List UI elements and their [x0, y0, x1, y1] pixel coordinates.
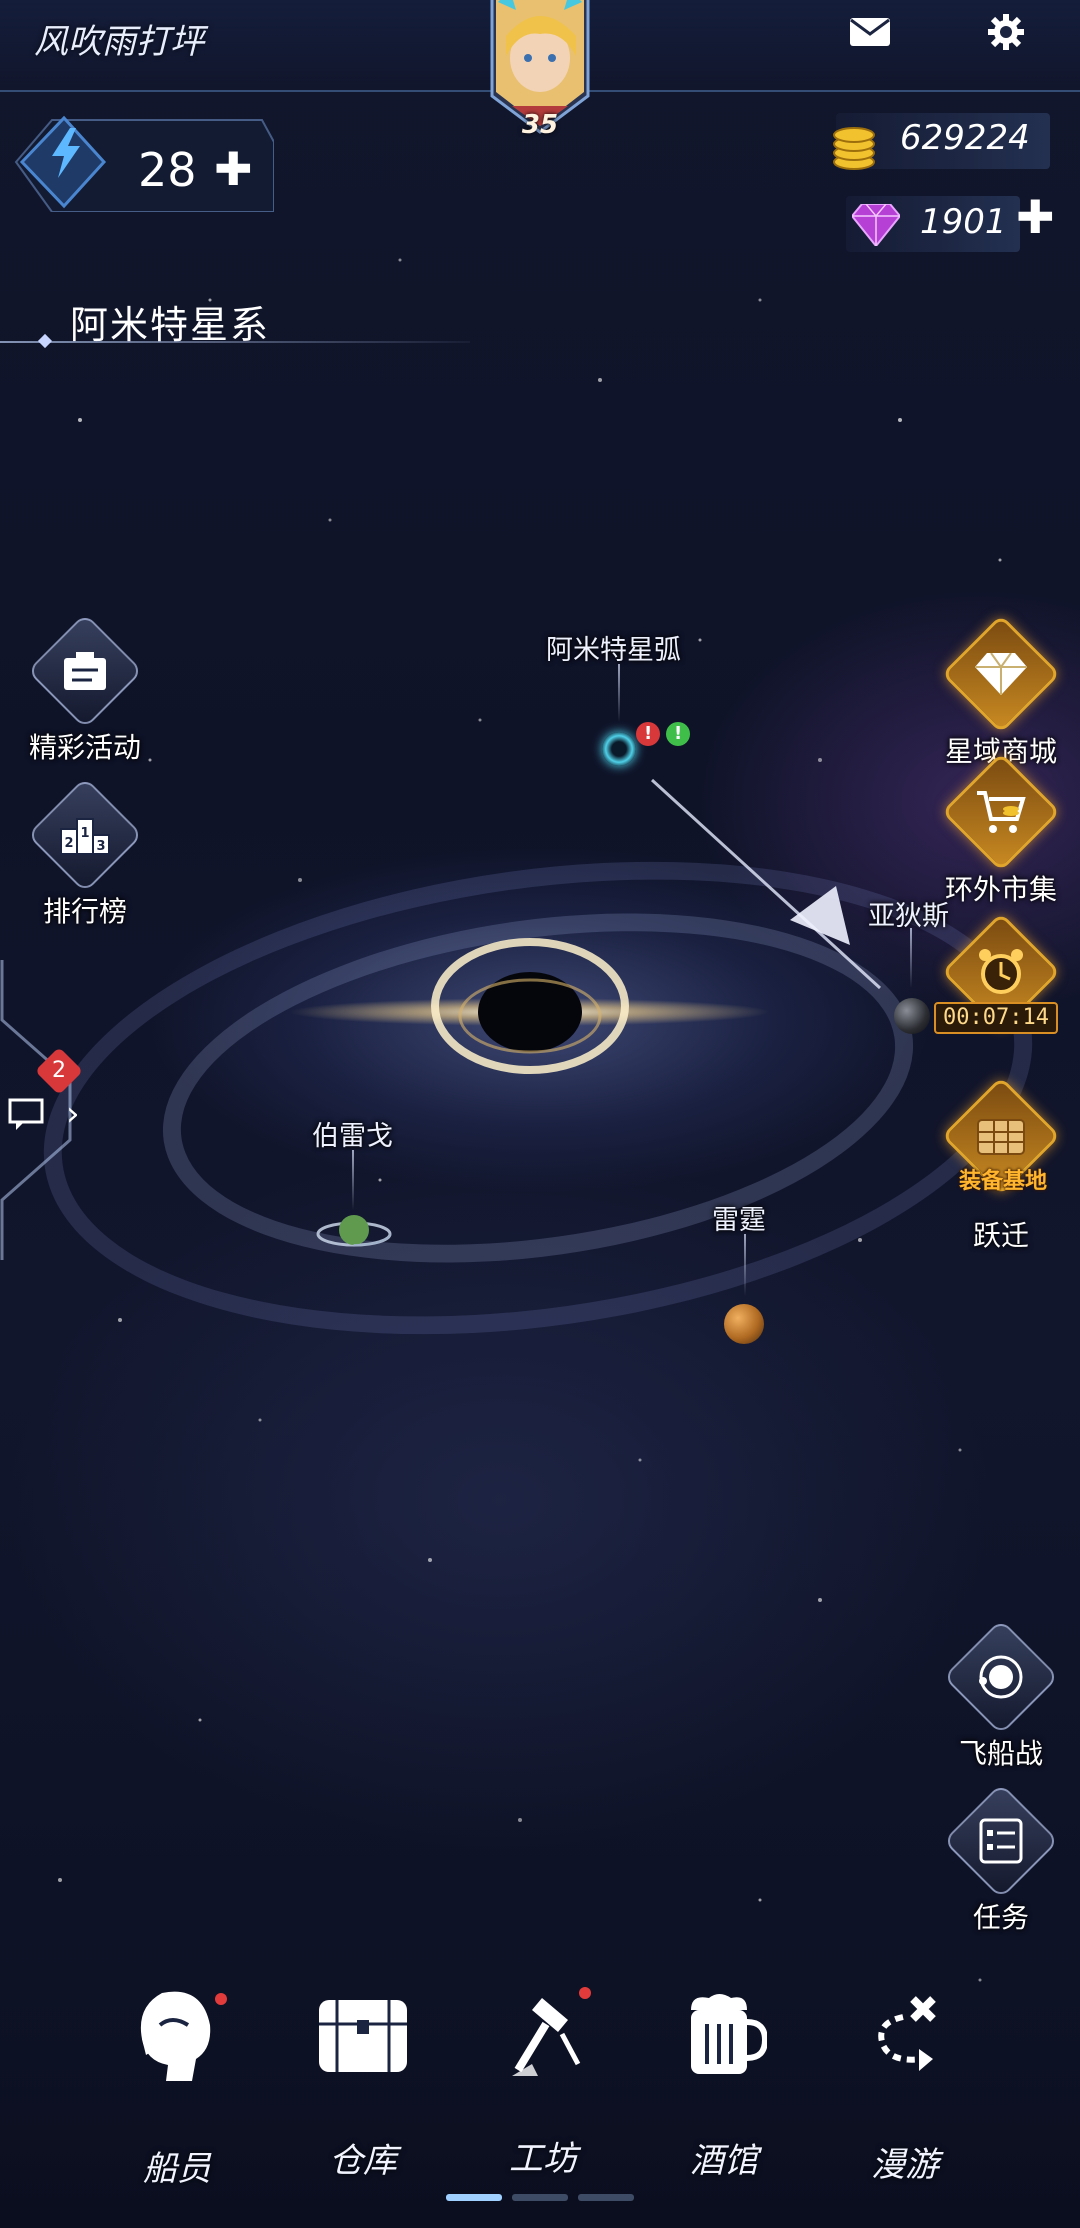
events-label: 精彩活动 — [28, 731, 141, 764]
ship-battle-label: 飞船战 — [958, 1737, 1043, 1770]
green-alert-mark: ! — [673, 723, 683, 744]
warp-label: 跃迁 — [972, 1219, 1029, 1252]
add-gems-button[interactable]: ✚ — [1016, 194, 1055, 240]
page-indicator-2 — [512, 2194, 568, 2201]
tasks-label: 任务 — [972, 1901, 1029, 1934]
player-name: 风吹雨打坪 — [34, 22, 204, 62]
travel-arrow-icon — [650, 778, 882, 990]
events-button[interactable]: 精彩活动 — [20, 613, 150, 766]
planet-yadis-icon[interactable] — [894, 998, 930, 1034]
planet-label-yadis: 亚狄斯 — [868, 901, 949, 932]
nav-storage-label: 仓库 — [329, 2141, 397, 2181]
ship-battle-frame — [943, 1619, 1059, 1735]
planet-arc-portal-icon[interactable] — [602, 732, 636, 766]
beer-mug-icon — [674, 1985, 774, 2085]
player-level: 35 — [521, 110, 559, 140]
red-alert-icon: ! — [631, 717, 665, 751]
nav-workshop-label: 工坊 — [509, 2139, 577, 2179]
nav-roam[interactable]: 漫游 — [830, 1985, 980, 2185]
planet-label-bolego: 伯雷戈 — [312, 1121, 393, 1152]
ship-battle-button[interactable]: 飞船战 — [936, 1619, 1066, 1772]
podium-first-number: 1 — [80, 826, 89, 841]
leaderboard-button[interactable]: 213 排行榜 — [20, 777, 150, 930]
chat-icon[interactable] — [8, 1098, 52, 1132]
red-alert-mark: ! — [643, 723, 653, 744]
roam-path-icon — [855, 1985, 955, 2085]
leaderboard-frame: 213 — [27, 777, 143, 893]
diamond-shop-icon — [962, 635, 1040, 713]
planet-stem-yadis — [910, 928, 912, 988]
orbit-target-icon — [962, 1638, 1040, 1716]
gold-coins-icon — [833, 127, 875, 170]
equipment-base-label: 装备基地 — [958, 1169, 1047, 1194]
hammer-workshop-icon — [493, 1985, 593, 2085]
player-avatar[interactable]: 35 — [482, 0, 598, 146]
alarm-clock-icon — [962, 933, 1040, 1011]
energy-value: 28 — [138, 143, 197, 197]
podium-icon: 213 — [46, 796, 124, 874]
planet-leiting-icon[interactable] — [724, 1304, 764, 1344]
planet-bolego-icon[interactable] — [316, 1210, 392, 1254]
crew-head-icon — [127, 1985, 227, 2085]
drawer-expand-chevron-icon[interactable]: › — [66, 1094, 80, 1134]
outer-market-frame — [941, 752, 1061, 872]
settings-gear-icon[interactable] — [984, 12, 1028, 52]
nav-crew-label: 船员 — [143, 2149, 211, 2189]
planet-label-leiting: 雷霆 — [712, 1205, 766, 1236]
gold-amount: 629224 — [900, 118, 1030, 158]
podium-second-number: 2 — [64, 836, 73, 851]
countdown-timer: 00:07:14 — [934, 1002, 1058, 1034]
nav-crew[interactable]: 船员 — [102, 1985, 252, 2189]
nav-workshop[interactable]: 工坊 — [468, 1985, 618, 2179]
storage-chest-icon — [313, 1985, 413, 2085]
green-alert-icon: ! — [661, 717, 695, 751]
star-shop-frame — [941, 614, 1061, 734]
add-energy-button[interactable]: ✚ — [214, 146, 253, 192]
workshop-notification-dot — [579, 1987, 591, 1999]
nav-tavern-label: 酒馆 — [690, 2141, 758, 2181]
shopping-cart-icon — [962, 773, 1040, 851]
tasks-button[interactable]: 任务 — [936, 1783, 1066, 1936]
mail-icon[interactable] — [848, 12, 892, 52]
nav-roam-label: 漫游 — [871, 2145, 939, 2185]
page-indicator-active — [446, 2194, 502, 2201]
planet-label-arc: 阿米特星弧 — [546, 635, 681, 666]
purple-gem-icon — [852, 204, 900, 246]
tasks-frame — [943, 1783, 1059, 1899]
chat-badge-count: 2 — [52, 1058, 66, 1083]
nav-storage[interactable]: 仓库 — [288, 1985, 438, 2181]
task-list-icon — [962, 1802, 1040, 1880]
podium-third-number: 3 — [96, 839, 105, 854]
planet-stem-arc — [618, 664, 620, 722]
energy-bolt-icon — [52, 128, 80, 178]
events-frame — [27, 613, 143, 729]
system-title-underline — [0, 341, 470, 343]
page-indicator-3 — [578, 2194, 634, 2201]
system-title-marker — [37, 333, 53, 349]
star-shop-button[interactable]: 星域商城 — [936, 614, 1066, 770]
event-board-icon — [46, 632, 124, 710]
game-screen: 风吹雨打坪 35 28 ✚ 629224 1901 ✚ 阿米特星系 精彩活动 2… — [0, 0, 1080, 2228]
gem-amount: 1901 — [920, 202, 1007, 242]
crew-notification-dot — [215, 1993, 227, 2005]
nav-tavern[interactable]: 酒馆 — [649, 1985, 799, 2181]
outer-market-button[interactable]: 环外市集 — [936, 752, 1066, 908]
outer-market-label: 环外市集 — [944, 873, 1057, 906]
planet-stem-leiting — [744, 1234, 746, 1296]
planet-stem-bolego — [352, 1150, 354, 1210]
leaderboard-label: 排行榜 — [42, 895, 127, 928]
